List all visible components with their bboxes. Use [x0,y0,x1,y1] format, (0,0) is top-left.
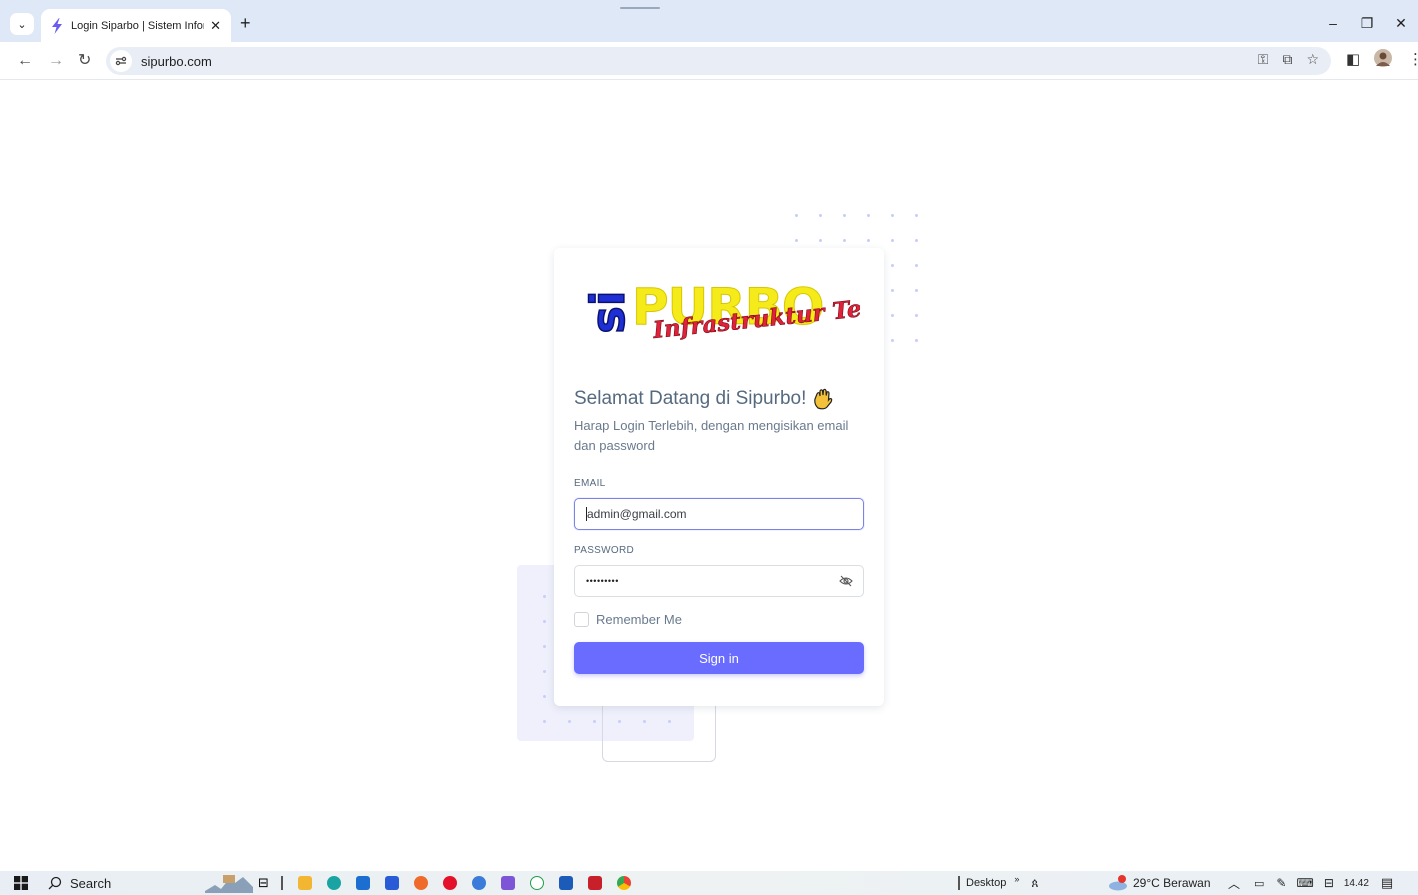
svg-text:si: si [581,290,635,333]
forward-icon[interactable]: → [48,51,64,71]
chrome-icon[interactable] [616,876,631,890]
system-tray: ︿ ▭ ✎ ⌨ ⊟ 14.42 ▤ [1228,871,1393,895]
edge-icon[interactable] [326,876,341,890]
remember-me-label[interactable]: Remember Me [596,612,682,627]
windows-logo-icon [14,876,28,890]
word-icon[interactable] [558,876,573,890]
window-controls: – ❐ ✕ [1316,10,1418,36]
welcome-heading: Selamat Datang di Sipurbo! [574,388,834,410]
site-info-icon[interactable] [110,50,132,72]
reload-icon[interactable]: ↻ [78,51,91,71]
tab-drag-indicator [620,7,660,9]
eye-slash-icon[interactable] [839,574,853,588]
taskbar-separator [280,876,283,890]
welcome-text: Selamat Datang di Sipurbo! [574,388,807,409]
login-subtitle: Harap Login Terlebih, dengan mengisikan … [574,418,849,453]
task-view-icon[interactable]: ⊟ [258,875,269,891]
weather-widget[interactable]: 29°C Berawan [1108,871,1211,895]
address-bar[interactable]: sipurbo.com ⚿ ⧉ ☆ [106,47,1331,75]
restore-button[interactable]: ❐ [1350,10,1384,36]
email-value: admin@gmail.com [587,507,687,521]
search-icon [48,876,62,890]
screen: ⌄ Login Siparbo | Sistem Informasi ✕ + –… [0,0,1418,895]
back-icon[interactable]: ← [17,51,33,71]
password-label: PASSWORD [574,545,634,556]
minimize-button[interactable]: – [1316,10,1350,36]
lightning-icon [51,17,65,34]
sign-in-button[interactable]: Sign in [574,642,864,674]
taskbar-separator [958,876,960,890]
sipurbo-logo: si PURBO Infrastruktur Tebo [580,276,894,348]
remember-me-checkbox[interactable] [574,612,589,627]
side-panel-icon[interactable]: ◧ [1346,50,1360,68]
windows-taskbar: Search ⊟ Desktop » ጰ 29°C Berawan ︿ ▭ ✎ … [0,871,1418,895]
tab-title: Login Siparbo | Sistem Informasi [71,19,204,32]
waving-hand-icon [812,388,834,410]
email-label: EMAIL [574,478,606,489]
pen-icon[interactable]: ✎ [1276,876,1286,890]
email-field[interactable]: admin@gmail.com [574,498,864,530]
display-icon[interactable]: ⊟ [1324,876,1334,890]
firefox-icon[interactable] [413,876,428,890]
password-value: ••••••••• [586,576,619,586]
menu-kebab-icon[interactable]: ⋮ [1408,50,1418,68]
weather-text: 29°C Berawan [1133,876,1211,890]
password-field[interactable]: ••••••••• [574,565,864,597]
url-text: sipurbo.com [141,53,212,69]
desktop-label: Desktop [966,877,1007,889]
app-blue-icon[interactable] [471,876,486,890]
taskbar-apps: ⊟ [258,871,646,895]
desktop-toolbar[interactable]: Desktop » ጰ [958,871,1039,895]
opera-icon[interactable] [442,876,457,890]
start-button[interactable] [14,871,28,895]
close-window-button[interactable]: ✕ [1384,10,1418,36]
bookmark-star-icon[interactable]: ☆ [1306,51,1319,68]
taskbar-search-label: Search [70,875,112,891]
mail-icon[interactable] [355,876,370,890]
tab-close-icon[interactable]: ✕ [210,18,221,34]
browser-tab-active[interactable]: Login Siparbo | Sistem Informasi ✕ [41,9,231,42]
page-content: si PURBO Infrastruktur Tebo Selamat Data… [0,81,1418,868]
translate-icon[interactable]: ⧉ [1282,51,1292,68]
whatsapp-icon[interactable] [529,876,544,890]
app-purple-icon[interactable] [500,876,515,890]
tab-search-button[interactable]: ⌄ [10,13,34,35]
battery-icon[interactable]: ▭ [1254,877,1264,890]
chevron-down-icon: ⌄ [17,18,27,31]
key-icon[interactable]: ⚿ [1258,51,1269,68]
profile-avatar[interactable] [1374,49,1392,67]
app-l-icon[interactable] [384,876,399,890]
remember-me: Remember Me [574,612,682,627]
keyboard-icon[interactable]: ⌨ [1296,876,1313,890]
taskbar-search[interactable]: Search [48,871,111,895]
tray-chevron-up-icon[interactable]: ︿ [1228,875,1240,892]
pdf-icon[interactable] [587,876,602,890]
file-explorer-icon[interactable] [297,876,312,890]
chevron-right-double-icon[interactable]: » [1014,874,1019,884]
notification-icon[interactable]: ▤ [1381,875,1393,891]
weather-cloud-icon [1109,875,1127,891]
omnibox-actions: ⚿ ⧉ ☆ [1258,51,1319,68]
browser-tab-strip: ⌄ Login Siparbo | Sistem Informasi ✕ + –… [0,0,1418,42]
new-tab-button[interactable]: + [240,14,251,32]
people-icon[interactable]: ጰ [1031,876,1038,891]
taskbar-widget-image[interactable] [205,871,253,895]
clock-time[interactable]: 14.42 [1344,878,1369,889]
login-card: si PURBO Infrastruktur Tebo Selamat Data… [554,248,894,706]
